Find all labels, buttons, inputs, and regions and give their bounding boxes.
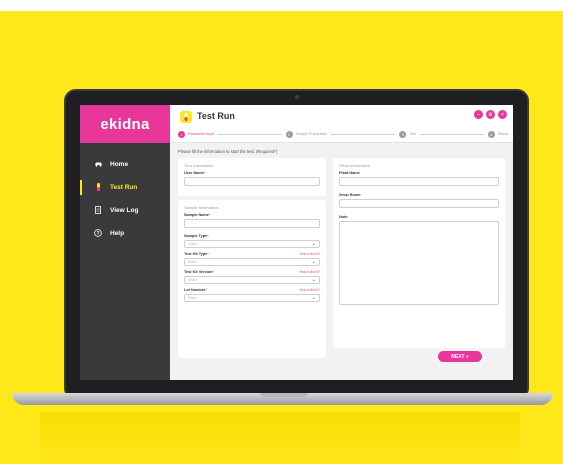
base-notch xyxy=(260,393,308,397)
tube-icon xyxy=(180,111,192,123)
grow-room-label: Grow Room xyxy=(339,193,361,197)
step-number: 4 xyxy=(487,130,495,138)
lot-number-label: Lot Number* How to find it? xyxy=(184,288,320,292)
step-label: Parameter Input xyxy=(188,132,214,136)
panel-title: Sample Information xyxy=(184,205,219,210)
sample-name-input[interactable] xyxy=(184,219,320,228)
other-information-panel: Other Information Plant Name Grow Room N… xyxy=(333,158,505,348)
step-label: Test xyxy=(409,132,416,136)
sidebar-item-home[interactable]: Home xyxy=(80,153,170,176)
page-title: Test Run xyxy=(197,111,235,121)
test-kit-type-select[interactable]: Select ⌄ xyxy=(184,258,320,266)
minimize-button[interactable]: – xyxy=(474,110,483,119)
step-number: 1 xyxy=(178,130,185,138)
your-information-panel: Your Information User Name* xyxy=(178,158,326,196)
test-kit-version-select[interactable]: Select ⌄ xyxy=(184,276,320,284)
sidebar: ekidna Home Test Run View Log ? Help xyxy=(80,105,170,380)
how-to-find-link[interactable]: How to find it? xyxy=(300,288,320,292)
header: Test Run – ⚙ × 1 Parameter Input 2 Sampl… xyxy=(170,105,513,143)
lot-number-select[interactable]: Select ⌄ xyxy=(184,294,320,302)
laptop-screen: ekidna Home Test Run View Log ? Help Tes… xyxy=(80,105,513,380)
step-number: 3 xyxy=(399,130,407,138)
sidebar-item-test-run[interactable]: Test Run xyxy=(80,176,170,199)
logo-box: ekidna xyxy=(80,105,170,143)
laptop-reflection xyxy=(40,412,520,464)
step-connector xyxy=(217,133,282,135)
step-connector xyxy=(419,133,484,135)
user-name-input[interactable] xyxy=(184,177,320,186)
sample-type-label: Sample Type* xyxy=(184,234,209,238)
user-name-label: User Name* xyxy=(184,171,206,175)
tube-icon xyxy=(92,182,104,193)
how-to-find-link[interactable]: How to find it? xyxy=(300,270,320,274)
laptop-base xyxy=(12,393,553,405)
test-kit-type-label: Test Kit Type* How to find it? xyxy=(184,252,320,256)
step-connector xyxy=(331,133,396,135)
note-label: Note xyxy=(339,215,348,219)
panel-title: Your Information xyxy=(184,163,214,168)
step-test: 3 Test xyxy=(399,130,416,138)
sidebar-item-label: Help xyxy=(110,230,125,237)
main-content: Test Run – ⚙ × 1 Parameter Input 2 Sampl… xyxy=(170,105,513,380)
chevron-down-icon: ⌄ xyxy=(311,295,316,301)
sample-information-panel: Sample Information Sample Name* Sample T… xyxy=(178,200,326,358)
sidebar-item-help[interactable]: ? Help xyxy=(80,222,170,245)
panel-title: Other Information xyxy=(339,163,371,168)
grow-room-input[interactable] xyxy=(339,199,499,208)
close-button[interactable]: × xyxy=(498,110,507,119)
stepper: 1 Parameter Input 2 Sample Preparation 3… xyxy=(178,130,508,138)
next-button[interactable]: NEXT » xyxy=(438,351,482,362)
sample-type-select[interactable]: Select ⌄ xyxy=(184,240,320,248)
plant-name-label: Plant Name xyxy=(339,171,360,175)
svg-text:?: ? xyxy=(96,230,99,236)
sidebar-item-label: Home xyxy=(110,161,129,168)
sidebar-item-view-log[interactable]: View Log xyxy=(80,199,170,222)
how-to-find-link[interactable]: How to find it? xyxy=(300,252,320,256)
plant-name-input[interactable] xyxy=(339,177,499,186)
note-textarea[interactable] xyxy=(339,221,499,305)
camera-dot xyxy=(295,95,299,99)
stage: ekidna Home Test Run View Log ? Help Tes… xyxy=(0,0,563,464)
test-kit-version-label: Test Kit Version* How to find it? xyxy=(184,270,320,274)
window-controls: – ⚙ × xyxy=(474,110,507,119)
step-number: 2 xyxy=(285,130,293,138)
step-parameter-input: 1 Parameter Input xyxy=(178,130,214,138)
sidebar-item-label: View Log xyxy=(110,207,139,214)
sidebar-nav: Home Test Run View Log ? Help xyxy=(80,153,170,245)
instruction-text: Please fill the information to start the… xyxy=(178,149,278,154)
chevron-down-icon: ⌄ xyxy=(311,241,316,247)
step-sample-preparation: 2 Sample Preparation xyxy=(285,130,328,138)
document-icon xyxy=(92,205,104,216)
laptop-lid: ekidna Home Test Run View Log ? Help Tes… xyxy=(64,89,529,400)
sidebar-item-label: Test Run xyxy=(110,184,138,191)
settings-button[interactable]: ⚙ xyxy=(486,110,495,119)
car-icon xyxy=(92,161,104,169)
step-label: Result xyxy=(497,132,508,136)
step-label: Sample Preparation xyxy=(295,132,328,136)
step-result: 4 Result xyxy=(487,130,508,138)
app-logo: ekidna xyxy=(100,115,150,133)
help-icon: ? xyxy=(92,228,104,239)
top-white-strip xyxy=(0,0,563,11)
sample-name-label: Sample Name* xyxy=(184,213,211,217)
chevron-down-icon: ⌄ xyxy=(311,277,316,283)
chevron-down-icon: ⌄ xyxy=(311,259,316,265)
